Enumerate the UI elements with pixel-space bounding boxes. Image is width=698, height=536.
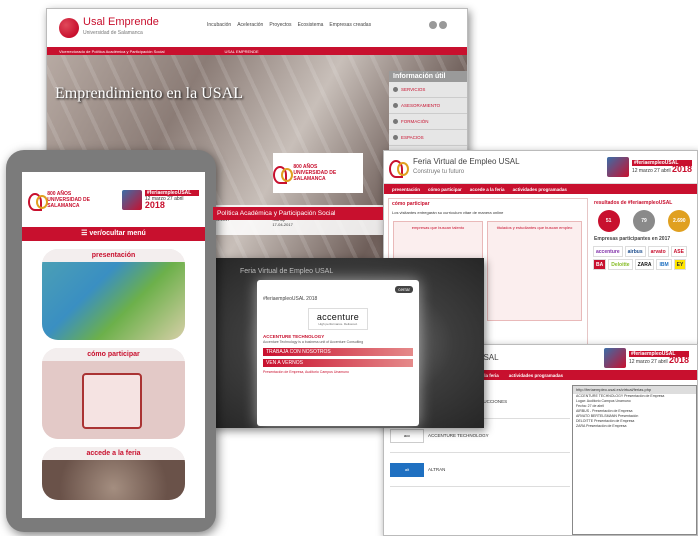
feria-badge: #feriaempleoUSAL 12 marzo 27 abril 2018: [122, 189, 199, 210]
hero-title: Emprendimiento en la USAL: [55, 85, 243, 102]
modal-section-title: ACCENTURE TECHNOLOGY: [263, 334, 325, 339]
info-title: Información útil: [389, 71, 467, 82]
tablet-icon: [82, 373, 142, 429]
company-logo[interactable]: BA: [593, 259, 607, 270]
card-title: presentación: [42, 249, 185, 262]
usal-800-logo-icon: [28, 191, 49, 211]
phone-header: 800 AÑOS UNIVERSIDAD DE SALAMANCA #feriae…: [22, 172, 205, 227]
info-item-formacion[interactable]: FORMACIÓN: [389, 114, 467, 130]
company-logo[interactable]: accenture: [593, 246, 623, 257]
feria-badge-icon: [603, 347, 626, 368]
tab-actividades[interactable]: actividades programadas: [509, 373, 563, 378]
usal-800-logo: [389, 158, 409, 178]
breadcrumb-bar: Vicerrectorado de Política Académica y P…: [47, 47, 467, 55]
modal-title: #feriaempleoUSAL 2018: [263, 296, 318, 302]
feria-badge-icon: [606, 157, 629, 177]
logo-mark-icon: [59, 18, 79, 38]
company-logo[interactable]: ASE: [670, 246, 687, 257]
plus-icon: [393, 119, 398, 124]
accenture-logo: accenture High performance. Delivered.: [308, 308, 368, 330]
card-title: cómo participar: [42, 348, 185, 361]
card-presentacion[interactable]: presentación: [42, 249, 185, 340]
card-como-participar[interactable]: cómo participar: [42, 348, 185, 439]
plus-icon: [393, 135, 398, 140]
nav-ecosistema[interactable]: Ecosistema: [298, 22, 324, 28]
company-logo[interactable]: EY: [673, 259, 687, 270]
phone-mockup: 800 AÑOS UNIVERSIDAD DE SALAMANCA #feriae…: [6, 150, 216, 532]
collage: Usal Emprende Universidad de Salamanca In…: [0, 0, 698, 536]
stat-circle: 51: [597, 210, 620, 232]
feria-badge: #feriaempleoUSAL 12 marzo 27 abril 2018: [603, 347, 689, 368]
nav-empresas[interactable]: Empresas creadas: [329, 22, 371, 28]
company-logo[interactable]: ZARA: [634, 259, 655, 270]
company-logo[interactable]: airbus: [624, 246, 646, 257]
close-button[interactable]: cerrar: [395, 286, 413, 293]
card-accede[interactable]: accede a la feria: [42, 447, 185, 500]
company-logo[interactable]: Deloitte: [608, 259, 633, 270]
nav-aceleracion[interactable]: Aceleración: [237, 22, 263, 28]
modal-screenshot: Feria Virtual de Empleo USAL cerrar #fer…: [212, 258, 484, 428]
info-item-asesoramiento[interactable]: ASESORAMIENTO: [389, 98, 467, 114]
modal-event: Presentación de Empresa, Auditorio Campu…: [263, 370, 349, 374]
lego-fair-image: [42, 262, 185, 340]
usal-800-logo: 800 AÑOS UNIVERSIDAD DE SALAMANCA: [28, 191, 116, 211]
tab-como-participar[interactable]: cómo participar: [428, 187, 462, 192]
company-logo: acc: [390, 428, 424, 443]
tablet-hands-image: [42, 361, 185, 439]
browser-popup: http://feriaempleo.usal.es/virtual/feria…: [572, 385, 697, 535]
menu-toggle-button[interactable]: ☰ ver/ocultar menú: [22, 227, 205, 241]
info-item-espacios[interactable]: ESPACIOS: [389, 130, 467, 146]
feria-title: Feria Virtual de Empleo USAL Construye tu…: [413, 157, 520, 175]
facebook-icon[interactable]: [429, 21, 437, 29]
results-title: resultados de #feriaempleoUSAL: [594, 200, 673, 206]
twitter-icon[interactable]: [439, 21, 447, 29]
social-links: [429, 21, 447, 29]
nav-incubacion[interactable]: Incubación: [207, 22, 231, 28]
brand-name: Usal Emprende Universidad de Salamanca: [83, 16, 159, 37]
fair-access-image: [42, 460, 185, 500]
phone-screen: 800 AÑOS UNIVERSIDAD DE SALAMANCA #feriae…: [22, 172, 205, 518]
card-title: accede a la feria: [42, 447, 185, 460]
site-header: Usal Emprende Universidad de Salamanca In…: [47, 9, 467, 47]
bg-title: Feria Virtual de Empleo USAL: [240, 268, 334, 275]
table-row: ZARA Presentación de Empresa: [576, 424, 627, 428]
company-logos: accenture airbus arvato ASE BA Deloitte …: [591, 244, 697, 272]
feria-badge: #feriaempleoUSAL 12 marzo 27 abril 2018: [606, 157, 692, 177]
list-item[interactable]: alt ALTRAN: [390, 453, 570, 487]
how-blurb: Los visitantes entregarán su currículum …: [392, 210, 504, 215]
company-logo: alt: [390, 462, 424, 477]
feria-header: Feria Virtual de Empleo USAL Construye tu…: [384, 151, 697, 184]
stat-circle: 2.690: [668, 210, 691, 232]
company-logo[interactable]: IBM: [656, 259, 672, 270]
how-title: cómo participar: [392, 201, 430, 207]
students-box[interactable]: titulados y estudiantes que buscan emple…: [487, 221, 582, 321]
tab-actividades[interactable]: actividades programadas: [513, 187, 567, 192]
usal-800-logo-icon: [273, 164, 294, 184]
usal-800-logo-icon: [389, 158, 409, 178]
stat-circle: 79: [632, 210, 655, 232]
plus-icon: [393, 87, 398, 92]
800-anos-badge: 800 AÑOS UNIVERSIDAD DE SALAMANCA: [273, 153, 363, 193]
nav-proyectos[interactable]: Proyectos: [269, 22, 291, 28]
popup-url-bar[interactable]: http://feriaempleo.usal.es/virtual/feria…: [573, 386, 696, 394]
modal-text: Accenture Technology is a business unit …: [263, 340, 364, 344]
site-logo[interactable]: Usal Emprende Universidad de Salamanca: [59, 17, 159, 39]
participants-title: Empresas participantes en 2017: [594, 236, 671, 242]
tab-accede[interactable]: accede a la feria: [470, 187, 505, 192]
come-see-us-band[interactable]: VEN A VERNOS: [263, 359, 413, 367]
feria-tabs: presentación cómo participar accede a la…: [384, 184, 697, 194]
feria-badge-icon: [122, 189, 142, 210]
company-modal: cerrar #feriaempleoUSAL 2018 accenture Hi…: [257, 280, 419, 426]
main-nav: Incubación Aceleración Proyectos Ecosist…: [207, 22, 371, 28]
tab-presentacion[interactable]: presentación: [392, 187, 420, 192]
results-panel: resultados de #feriaempleoUSAL 51 79 2.6…: [591, 198, 697, 348]
section-tag: USAL EMPRENDE: [224, 48, 259, 54]
work-with-us-band[interactable]: TRABAJA CON NOSOTROS: [263, 348, 413, 356]
plus-icon: [393, 103, 398, 108]
company-logo[interactable]: arvato: [647, 246, 669, 257]
info-item-servicios[interactable]: SERVICIOS: [389, 82, 467, 98]
vicerrectorado-bar: Política Académica y Participación Socia…: [213, 207, 383, 220]
breadcrumb: Vicerrectorado de Política Académica y P…: [59, 48, 165, 54]
